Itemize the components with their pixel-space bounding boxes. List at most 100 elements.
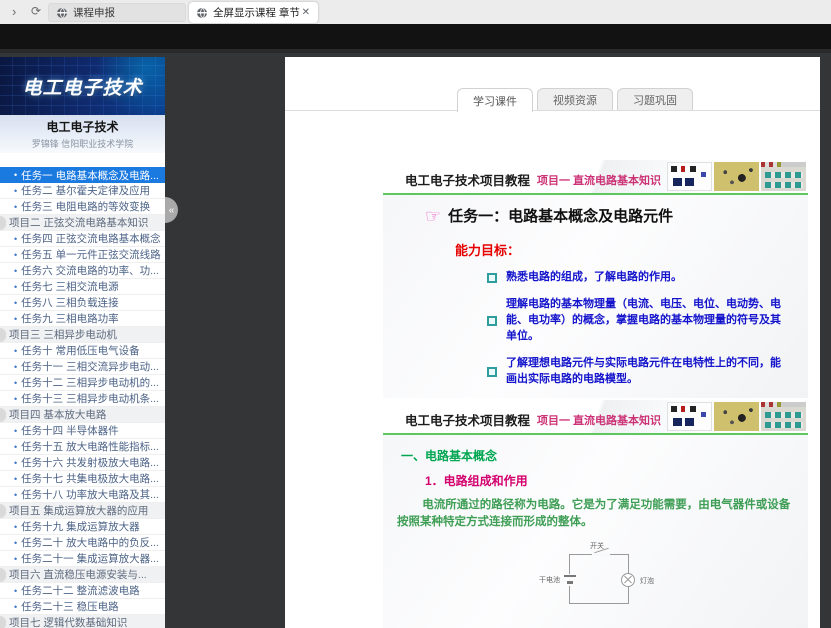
course-banner-image: 电工电子技术 (0, 57, 165, 115)
sidebar-item[interactable]: • 任务四 正弦交流电路基本概念 (0, 231, 165, 247)
course-logo-text: 电工电子技术 (22, 73, 142, 100)
forward-icon[interactable]: › (12, 3, 16, 20)
sidebar-item[interactable]: •任务十一 三相交流异步电动... (0, 359, 165, 375)
sidebar-item-label: 任务八 三相负载连接 (21, 295, 118, 310)
sidebar-item[interactable]: •任务二十三 稳压电路 (0, 599, 165, 615)
sidebar-section-header[interactable]: 项目三 三相异步电动机 (0, 327, 165, 343)
sidebar-item-label: 任务十四 半导体器件 (21, 423, 118, 438)
bullet-dot-icon: • (14, 170, 17, 180)
slide-header: 电工电子技术项目教程 项目一 直流电路基本知识 (383, 400, 808, 435)
bullet-dot-icon: • (14, 362, 17, 372)
slide-project-title: 项目一 直流电路基本知识 (537, 172, 661, 188)
sidebar-item-label: 任务十 常用低压电气设备 (21, 343, 139, 358)
sidebar-item-label: 任务二 基尔霍夫定律及应用 (21, 183, 150, 198)
browser-toolbar: › ⟳ 课程申报 全屏显示课程 章节 ✕ (0, 0, 831, 24)
sidebar-item-label: 任务五 单一元件正弦交流线路 (21, 247, 160, 262)
sidebar-collapse-handle[interactable]: « (165, 197, 178, 223)
battery-short-plate-icon (567, 581, 573, 584)
bulb-label: 灯泡 (640, 576, 654, 586)
bullet-dot-icon: • (14, 522, 17, 532)
bullet-dot-icon: • (14, 442, 17, 452)
sidebar-item-label: 任务十二 三相异步电动机的... (21, 375, 159, 390)
sidebar-item[interactable]: •任务十 常用低压电气设备 (0, 343, 165, 359)
section-heading: 一、电路基本概念 (401, 447, 808, 464)
main-content-panel: 学习课件 视频资源 习题巩固 电工电子技术项目教程 项目一 直流电路基本知识 ☞… (285, 57, 820, 628)
chapter-nav-list: •任务一 电路基本概念及电路...•任务二 基尔霍夫定律及应用•任务三 电阻电路… (0, 167, 165, 628)
close-icon[interactable]: ✕ (302, 7, 310, 18)
sidebar-item-label: 任务四 正弦交流电路基本概念 (21, 231, 160, 246)
sidebar-item[interactable]: •任务二十二 整流滤波电路 (0, 583, 165, 599)
sidebar-item-label: 任务十九 集成运算放大器 (21, 519, 139, 534)
sidebar-item-label: 任务九 三相电路功率 (21, 311, 118, 326)
sidebar-item[interactable]: •任务三 电阻电路的等效变换 (0, 199, 165, 215)
circuit-photo-icon (667, 402, 712, 431)
sidebar-item[interactable]: •任务八 三相负载连接 (0, 295, 165, 311)
sidebar-section-header[interactable]: 项目二 正弦交流电路基本知识 (0, 215, 165, 231)
sidebar-item[interactable]: • 任务十七 共集电极放大电路... (0, 471, 165, 487)
goal-bullet: 熟悉电路的组成，了解电路的作用。 (487, 270, 789, 286)
sidebar-item-label: 项目五 集成运算放大器的应用 (9, 503, 148, 518)
sidebar-item[interactable]: •任务十三 三相异步电动机条... (0, 391, 165, 407)
browser-tab-label: 课程申报 (73, 5, 115, 20)
browser-black-bar (0, 24, 831, 49)
sidebar-item[interactable]: •任务二 基尔霍夫定律及应用 (0, 183, 165, 199)
sidebar-item[interactable]: • 任务五 单一元件正弦交流线路 (0, 247, 165, 263)
sidebar-item[interactable]: •任务十五 放大电路性能指标... (0, 439, 165, 455)
sidebar-section-header[interactable]: 项目七 逻辑代数基础知识 (0, 615, 165, 628)
sidebar-item[interactable]: • 任务九 三相电路功率 (0, 311, 165, 327)
square-bullet-icon (487, 273, 497, 283)
bullet-dot-icon: • (14, 474, 17, 484)
goal-bullet: 了解理想电路元件与实际电路元件在电特性上的不同，能画出实际电路的电路模型。 (487, 356, 789, 388)
browser-tab-active[interactable]: 全屏显示课程 章节 ✕ (189, 2, 318, 23)
circuit-photo-icon (667, 162, 712, 191)
bullet-dot-icon: • (14, 314, 17, 324)
bulb-icon (621, 573, 635, 587)
sidebar-section-header[interactable]: 项目六 直流稳压电源安装与... (0, 567, 165, 583)
sidebar-item[interactable]: •任务一 电路基本概念及电路... (0, 167, 165, 183)
task-title-row: ☞ 任务一：电路基本概念及电路元件 (425, 205, 808, 226)
sidebar-item[interactable]: •任务二十 放大电路中的负反... (0, 535, 165, 551)
sidebar-section-header[interactable]: 项目五 集成运算放大器的应用 (0, 503, 165, 519)
courseware-slide-1: 电工电子技术项目教程 项目一 直流电路基本知识 ☞ 任务一：电路基本概念及电路元… (383, 160, 808, 398)
sidebar-item-label: 任务十七 共集电极放大电路... (21, 471, 159, 486)
page-top-strip (0, 49, 831, 53)
course-sidebar: 电工电子技术 电工电子技术 罗锦锋 信阳职业技术学院 •任务一 电路基本概念及电… (0, 57, 165, 628)
goal-bullet: 理解电路的基本物理量（电流、电压、电位、电动势、电能、电功率）的概念，掌握电路的… (487, 297, 789, 345)
sidebar-item[interactable]: •任务十六 共发射极放大电路... (0, 455, 165, 471)
slide-header-photos (667, 402, 806, 431)
bullet-dot-icon: • (14, 378, 17, 388)
refresh-icon[interactable]: ⟳ (31, 3, 41, 20)
pointing-hand-icon: ☞ (425, 207, 441, 225)
bullet-dot-icon: • (14, 234, 17, 244)
sidebar-item-label: 项目七 逻辑代数基础知识 (9, 615, 127, 628)
tab-exercises[interactable]: 习题巩固 (617, 88, 693, 111)
sidebar-item[interactable]: • 任务十九 集成运算放大器 (0, 519, 165, 535)
sidebar-item-label: 任务二十二 整流滤波电路 (21, 583, 139, 598)
bullet-dot-icon: • (14, 250, 17, 260)
sidebar-section-header[interactable]: 项目四 基本放大电路 (0, 407, 165, 423)
slide-header: 电工电子技术项目教程 项目一 直流电路基本知识 (383, 160, 808, 195)
browser-tab-inactive[interactable]: 课程申报 (48, 3, 186, 22)
sidebar-item[interactable]: •任务十八 功率放大电路及其... (0, 487, 165, 503)
tabbar-divider (285, 110, 820, 111)
sidebar-item-label: 任务二十三 稳压电路 (21, 599, 118, 614)
sidebar-item[interactable]: •任务二十一 集成运算放大器... (0, 551, 165, 567)
tab-video-resources[interactable]: 视频资源 (537, 88, 613, 111)
sidebar-item-label: 项目三 三相异步电动机 (9, 327, 117, 342)
sidebar-item-label: 任务七 三相交流电源 (21, 279, 118, 294)
sidebar-item-label: 项目二 正弦交流电路基本知识 (9, 215, 148, 230)
slide-project-title: 项目一 直流电路基本知识 (537, 412, 661, 428)
bullet-dot-icon: • (14, 490, 17, 500)
sidebar-item-label: 任务三 电阻电路的等效变换 (21, 199, 150, 214)
course-info-band: 电工电子技术 罗锦锋 信阳职业技术学院 (0, 115, 165, 153)
sidebar-item[interactable]: • 任务十二 三相异步电动机的... (0, 375, 165, 391)
tab-study-courseware[interactable]: 学习课件 (457, 88, 533, 112)
sidebar-item[interactable]: • 任务七 三相交流电源 (0, 279, 165, 295)
sidebar-item[interactable]: •任务六 交流电路的功率、功... (0, 263, 165, 279)
bullet-dot-icon: • (14, 266, 17, 276)
circuit-loop: 开关 干电池 灯泡 (569, 554, 629, 604)
battery-label: 干电池 (539, 575, 560, 585)
bullet-dot-icon: • (14, 282, 17, 292)
sidebar-item-label: 任务十六 共发射极放大电路... (21, 455, 159, 470)
sidebar-item[interactable]: •任务十四 半导体器件 (0, 423, 165, 439)
